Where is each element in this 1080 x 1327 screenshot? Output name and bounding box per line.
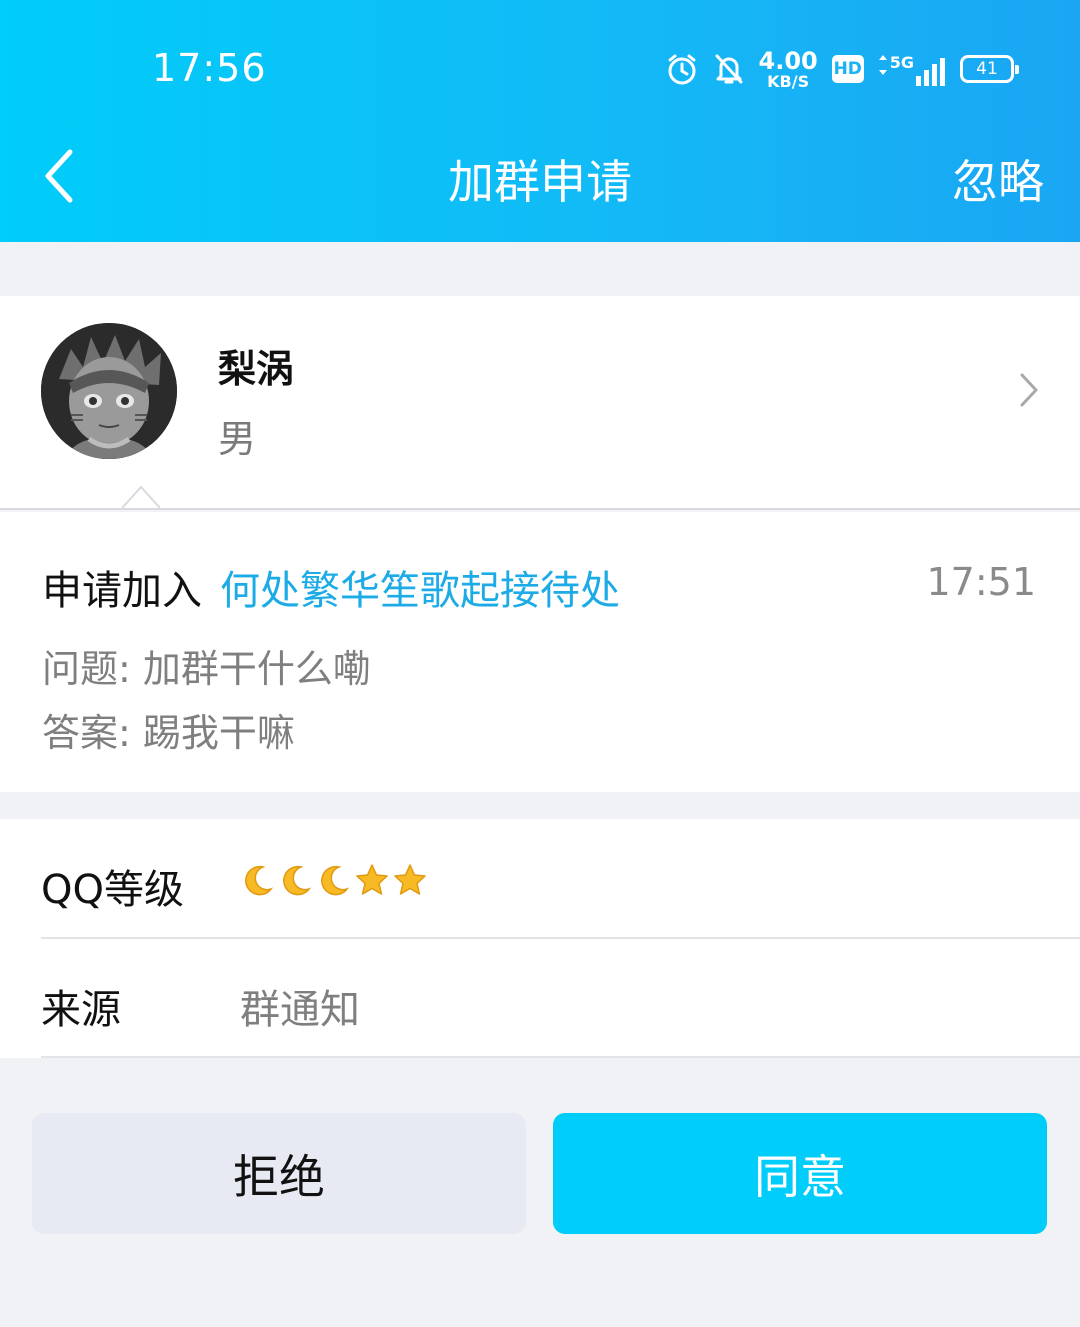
answer-text: 踢我干嘛: [142, 711, 295, 755]
avatar-image: [41, 323, 177, 459]
info-list: QQ等级 来源 群通知: [0, 819, 1080, 1058]
user-name: 梨涡: [218, 347, 295, 391]
source-label: 来源: [41, 987, 121, 1033]
answer-label: 答案:: [42, 711, 131, 755]
signal-bars-icon: [916, 58, 945, 86]
net-speed-value: 4.00: [758, 46, 818, 75]
alarm-icon: [668, 54, 696, 85]
moon-icon: [245, 865, 274, 896]
status-icons: 4.00 KB/S HD 5G 41: [651, 44, 1019, 94]
request-label: 申请加入: [42, 568, 202, 614]
back-button[interactable]: [40, 148, 84, 204]
user-gender: 男: [218, 417, 257, 461]
question-row: 问题: 加群干什么嘞: [42, 638, 371, 693]
source-value: 群通知: [240, 987, 360, 1033]
question-label: 问题:: [42, 647, 131, 691]
chevron-right-icon: [1020, 373, 1038, 407]
battery-icon: 41: [960, 55, 1019, 83]
network-arrows-icon: [878, 55, 887, 75]
page-title: 加群申请: [448, 155, 632, 209]
qq-level-icons: [241, 863, 427, 897]
star-icon: [356, 864, 388, 895]
question-text: 加群干什么嘞: [142, 647, 371, 691]
net-speed-unit: KB/S: [767, 71, 810, 91]
answer-row: 答案: 踢我干嘛: [42, 702, 295, 757]
ignore-button[interactable]: 忽略: [952, 146, 1044, 212]
header-bar: 17:56 4.00 KB/S HD 5G 41 加群申请 忽略: [0, 0, 1080, 242]
accept-button[interactable]: 同意: [553, 1113, 1047, 1234]
bell-muted-icon: [715, 54, 743, 84]
network-indicator: 5G: [878, 52, 946, 86]
request-time: 17:51: [926, 560, 1036, 604]
moon-icon: [321, 865, 350, 896]
battery-level: 41: [976, 59, 998, 79]
request-details: 申请加入 何处繁华笙歌起接待处 17:51 问题: 加群干什么嘞 答案: 踢我干嘛: [0, 512, 1080, 792]
group-name-link[interactable]: 何处繁华笙歌起接待处: [220, 568, 620, 614]
user-card[interactable]: 梨涡 男: [0, 296, 1080, 510]
net-speed: 4.00 KB/S: [759, 49, 818, 90]
moon-icon: [283, 865, 312, 896]
source-row: 来源 群通知: [41, 939, 1080, 1058]
qq-level-row: QQ等级: [41, 819, 1080, 939]
reject-button[interactable]: 拒绝: [32, 1113, 526, 1234]
chevron-left-icon: [45, 149, 73, 203]
avatar[interactable]: [41, 323, 177, 459]
qq-level-label: QQ等级: [41, 867, 184, 913]
network-label: 5G: [889, 53, 914, 72]
status-time: 17:56: [152, 46, 267, 90]
request-line: 申请加入 何处繁华笙歌起接待处: [42, 558, 620, 616]
pointer-notch: [122, 485, 160, 508]
star-icon: [394, 864, 426, 895]
hd-badge: HD: [831, 55, 864, 83]
